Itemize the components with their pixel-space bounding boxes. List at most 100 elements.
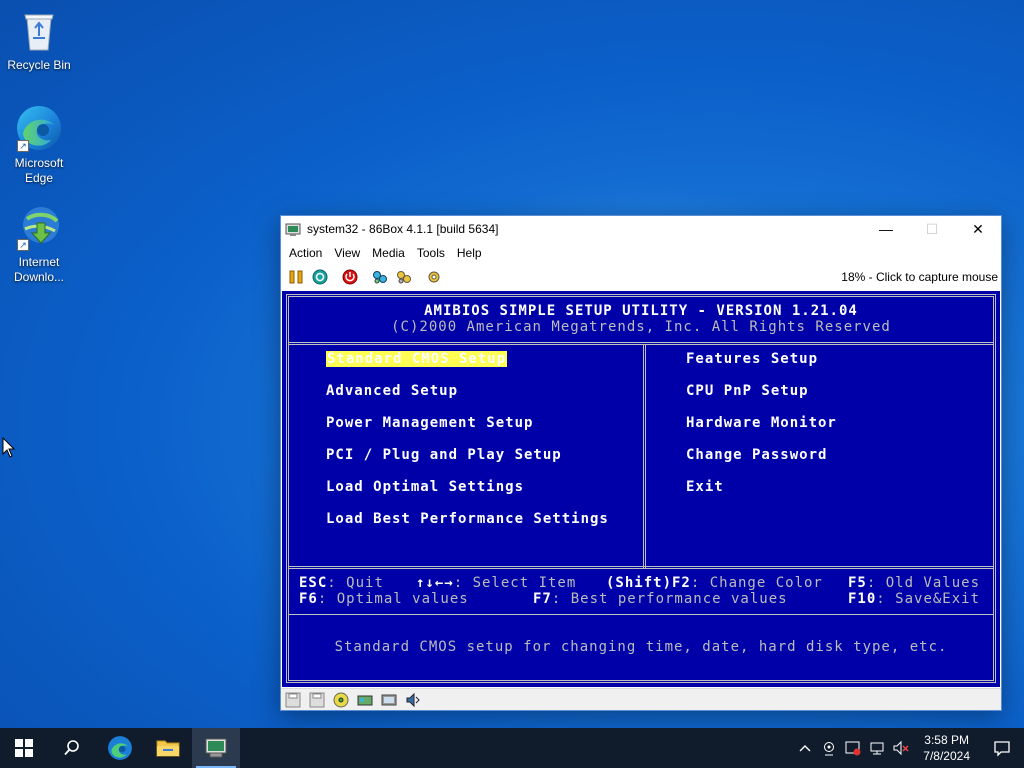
bios-menu-cpu-pnp-setup[interactable]: CPU PnP Setup	[686, 383, 809, 399]
menu-media[interactable]: Media	[366, 242, 411, 264]
clock[interactable]: 3:58 PM 7/8/2024	[913, 732, 980, 764]
bios-header-divider	[288, 342, 994, 345]
bios-menu-change-password[interactable]: Change Password	[686, 447, 827, 463]
hard-disk-icon[interactable]	[355, 691, 375, 709]
ctrl-alt-del-icon	[312, 269, 328, 285]
recycle-bin-icon	[15, 6, 63, 54]
floppy-drive-2-icon[interactable]	[307, 691, 327, 709]
bios-menu-load-optimal-settings[interactable]: Load Optimal Settings	[326, 479, 524, 495]
gears-icon	[397, 271, 411, 284]
toolbar: 18% - Click to capture mouse	[281, 264, 1001, 290]
desktop-icon-internet-download-manager[interactable]: ↗ Internet Downlo...	[1, 203, 77, 285]
bios-copyright: (C)2000 American Megatrends, Inc. All Ri…	[391, 319, 891, 335]
power-icon	[342, 269, 358, 285]
help-desc: : Best performance values	[551, 591, 788, 607]
menu-bar: Action View Media Tools Help	[281, 242, 1001, 264]
sound-icon[interactable]	[403, 691, 423, 709]
taskbar: 3:58 PM 7/8/2024	[0, 728, 1024, 768]
bios-help-arrows: ↑↓←→: Select Item	[416, 575, 576, 591]
help-desc: : Select Item	[453, 575, 577, 591]
desktop-icon-recycle-bin[interactable]: Recycle Bin	[1, 6, 77, 73]
minimize-button[interactable]: —	[863, 216, 909, 242]
help-key: F5	[848, 575, 867, 591]
help-key: F6	[299, 591, 318, 607]
desktop-icon-label: Microsoft Edge	[14, 156, 64, 185]
desktop-icon-edge[interactable]: ↗ Microsoft Edge	[1, 104, 77, 186]
pause-icon	[289, 270, 303, 284]
chevron-up-icon[interactable]	[793, 728, 817, 768]
bios-help-divider	[288, 566, 994, 569]
network-icon[interactable]	[379, 691, 399, 709]
volume-muted-icon[interactable]	[889, 728, 913, 768]
settings-gears-button[interactable]	[393, 266, 415, 288]
machine-settings-button[interactable]	[423, 266, 445, 288]
help-key: ESC	[299, 575, 328, 591]
menu-action[interactable]: Action	[283, 242, 328, 264]
capture-mouse-hint[interactable]: 18% - Click to capture mouse	[841, 270, 1001, 284]
maximize-button[interactable]: ☐	[909, 216, 955, 242]
ctrl-alt-del-button[interactable]	[309, 266, 331, 288]
86box-app-icon	[285, 223, 301, 236]
window-titlebar[interactable]: system32 - 86Box 4.1.1 [build 5634] — ☐ …	[281, 216, 1001, 242]
bios-help-f6: F6: Optimal values	[299, 591, 469, 607]
bios-menu-hardware-monitor[interactable]: Hardware Monitor	[686, 415, 837, 431]
mouse-cursor-icon	[2, 437, 16, 458]
system-tray: 3:58 PM 7/8/2024	[793, 728, 1024, 768]
pause-button[interactable]	[285, 266, 307, 288]
hard-reset-button[interactable]	[369, 266, 391, 288]
bios-help-f10: F10: Save&Exit	[848, 591, 980, 607]
clock-time: 3:58 PM	[924, 733, 969, 747]
start-button[interactable]	[0, 728, 48, 768]
bios-help-esc: ESC: Quit	[299, 575, 384, 591]
menu-tools[interactable]: Tools	[411, 242, 451, 264]
shortcut-arrow-icon: ↗	[17, 140, 29, 152]
taskbar-edge[interactable]	[96, 728, 144, 768]
bios-menu-exit[interactable]: Exit	[686, 479, 724, 495]
menu-help[interactable]: Help	[451, 242, 488, 264]
folder-icon	[156, 740, 180, 757]
close-button[interactable]: ✕	[955, 216, 1001, 242]
edge-icon: ↗	[15, 104, 63, 152]
status-bar	[281, 688, 1001, 710]
bios-menu-standard-cmos-setup[interactable]: Standard CMOS Setup	[326, 351, 508, 367]
bios-menu-pci-pnp-setup[interactable]: PCI / Plug and Play Setup	[326, 447, 562, 463]
notification-icon	[994, 741, 1010, 757]
bios-menu-load-best-performance[interactable]: Load Best Performance Settings	[326, 511, 609, 527]
help-desc: : Optimal values	[317, 591, 469, 607]
bios-help-f7: F7: Best performance values	[533, 591, 788, 607]
windows-logo-icon	[15, 739, 33, 757]
help-desc: : Quit	[327, 575, 384, 591]
security-warning-icon[interactable]	[841, 728, 865, 768]
webcam-icon[interactable]	[817, 728, 841, 768]
bios-help-f5: F5: Old Values	[848, 575, 980, 591]
settings-icon	[428, 271, 440, 283]
shortcut-arrow-icon: ↗	[17, 239, 29, 251]
internet-download-manager-icon: ↗	[15, 203, 63, 251]
bios-menu-advanced-setup[interactable]: Advanced Setup	[326, 383, 458, 399]
notification-center-button[interactable]	[980, 728, 1024, 768]
bios-item-description: Standard CMOS setup for changing time, d…	[334, 639, 948, 655]
emulator-window: system32 - 86Box 4.1.1 [build 5634] — ☐ …	[280, 215, 1002, 711]
menu-view[interactable]: View	[328, 242, 366, 264]
window-title: system32 - 86Box 4.1.1 [build 5634]	[307, 222, 499, 236]
help-key: F7	[533, 591, 552, 607]
bios-menu-features-setup[interactable]: Features Setup	[686, 351, 818, 367]
hard-reset-icon	[373, 271, 387, 284]
bios-desc-divider	[288, 614, 994, 615]
bios-menu-power-management-setup[interactable]: Power Management Setup	[326, 415, 533, 431]
bios-title: AMIBIOS SIMPLE SETUP UTILITY - VERSION 1…	[424, 303, 858, 319]
taskbar-86box[interactable]	[192, 728, 240, 768]
power-button[interactable]	[339, 266, 361, 288]
bios-column-divider	[643, 344, 646, 568]
bios-help-shift-f2: (Shift)F2: Change Color	[606, 575, 823, 591]
cdrom-icon[interactable]	[331, 691, 351, 709]
network-icon[interactable]	[865, 728, 889, 768]
search-button[interactable]	[48, 728, 96, 768]
floppy-drive-icon[interactable]	[283, 691, 303, 709]
desktop-icon-label: Internet Downlo...	[13, 255, 65, 284]
86box-app-icon	[205, 738, 227, 758]
help-key: (Shift)F2	[606, 575, 691, 591]
bios-screen[interactable]: AMIBIOS SIMPLE SETUP UTILITY - VERSION 1…	[282, 291, 1000, 687]
edge-icon	[108, 736, 132, 760]
taskbar-file-explorer[interactable]	[144, 728, 192, 768]
